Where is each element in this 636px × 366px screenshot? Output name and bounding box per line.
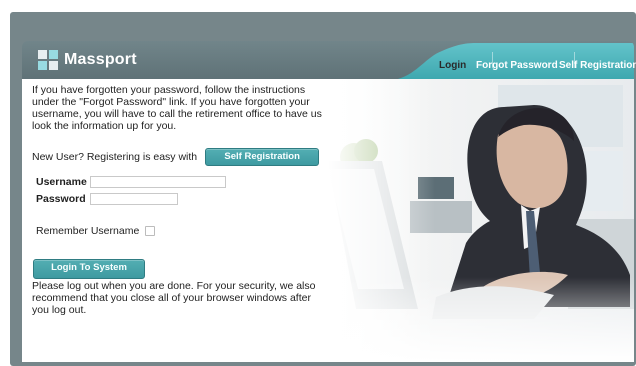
remember-username-checkbox[interactable] [145, 226, 156, 236]
logout-message: Please log out when you are done. For yo… [32, 280, 316, 316]
username-label: Username [36, 176, 87, 188]
forgot-password-instructions: If you have forgotten your password, fol… [32, 84, 322, 132]
password-input[interactable] [90, 193, 178, 205]
remember-username-row: Remember Username [36, 225, 156, 237]
remember-username-label: Remember Username [36, 225, 140, 237]
password-row: Password [36, 192, 178, 206]
nav-self-registration[interactable]: Self Registration [559, 60, 636, 71]
new-user-text: New User? Registering is easy with [32, 151, 198, 163]
self-registration-button[interactable]: Self Registration [205, 148, 320, 166]
new-user-row: New User? Registering is easy with Self … [32, 148, 320, 166]
login-button[interactable]: Login To System [33, 259, 145, 279]
nav-forgot-password[interactable]: Forgot Password [476, 60, 558, 71]
main-content: If you have forgotten your password, fol… [22, 79, 634, 362]
nav-login[interactable]: Login [439, 60, 466, 71]
hero-image [328, 79, 634, 362]
app-logo-icon [38, 50, 58, 70]
username-input[interactable] [90, 176, 226, 188]
password-label: Password [36, 193, 86, 205]
brand-name: Massport [64, 51, 137, 68]
office-woman-illustration [328, 79, 634, 362]
username-row: Username [36, 175, 226, 189]
